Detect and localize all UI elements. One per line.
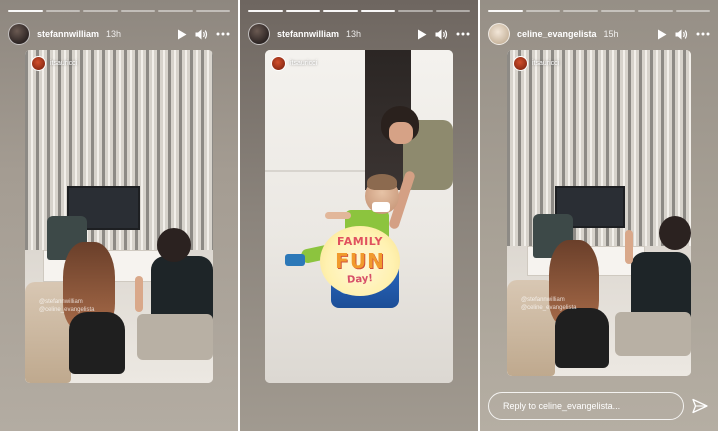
tagged-username: itsauricci	[290, 60, 318, 67]
story-photo: @stefannwilliam @celine_evangelista itsa…	[25, 50, 213, 383]
story-mentions: @stefannwilliam @celine_evangelista	[521, 296, 576, 312]
tagged-user[interactable]: itsauricci	[513, 56, 559, 71]
man-arm	[625, 230, 633, 264]
reply-input[interactable]: Reply to celine_evangelista...	[488, 392, 684, 420]
more-dots-icon[interactable]	[216, 32, 230, 36]
progress-segment	[248, 10, 283, 12]
stories-viewer: stefannwilliam 13h @stefannwilliam @celi…	[0, 0, 720, 431]
story-progress-bar	[248, 10, 470, 12]
progress-segment	[398, 10, 433, 12]
man-legs	[137, 314, 213, 360]
man-legs	[615, 312, 691, 356]
sticker-line-2: FUN	[335, 249, 385, 273]
story-progress-bar	[8, 10, 230, 12]
mention[interactable]: @celine_evangelista	[521, 304, 576, 312]
kid-shoe	[285, 254, 305, 266]
progress-segment	[675, 10, 710, 12]
tagged-avatar	[513, 56, 528, 71]
more-dots-icon[interactable]	[456, 32, 470, 36]
story-panel-3[interactable]: celine_evangelista 15h @stefannwilliam @…	[480, 0, 718, 431]
tagged-avatar	[31, 56, 46, 71]
adult-face	[389, 122, 413, 144]
progress-segment	[83, 10, 118, 12]
username[interactable]: celine_evangelista	[517, 29, 597, 39]
progress-segment	[638, 10, 673, 12]
story-mentions: @stefannwilliam @celine_evangelista	[39, 298, 94, 314]
tagged-user[interactable]: itsauricci	[271, 56, 317, 71]
tagged-username: itsauricci	[50, 60, 78, 67]
progress-segment	[323, 10, 358, 12]
progress-segment	[158, 10, 193, 12]
story-panel-1[interactable]: stefannwilliam 13h @stefannwilliam @celi…	[0, 0, 238, 431]
play-icon[interactable]	[657, 29, 667, 40]
progress-segment	[525, 10, 560, 12]
progress-segment	[195, 10, 230, 12]
story-age: 13h	[346, 29, 362, 39]
mention[interactable]: @celine_evangelista	[39, 306, 94, 314]
progress-segment	[360, 10, 395, 12]
man-head	[659, 216, 691, 250]
play-icon[interactable]	[177, 29, 187, 40]
story-panel-2[interactable]: stefannwilliam 13h itsauricci FAMILY FUN…	[240, 0, 478, 431]
man-head	[157, 228, 191, 262]
tagged-username: itsauricci	[532, 60, 560, 67]
story-photo: itsauricci	[265, 50, 453, 383]
face-mask	[372, 202, 390, 212]
mention[interactable]: @stefannwilliam	[521, 296, 576, 304]
more-dots-icon[interactable]	[696, 32, 710, 36]
tagged-avatar	[271, 56, 286, 71]
play-icon[interactable]	[417, 29, 427, 40]
progress-segment	[120, 10, 155, 12]
username[interactable]: stefannwilliam	[277, 29, 339, 39]
story-header: stefannwilliam 13h	[248, 22, 470, 46]
progress-segment	[285, 10, 320, 12]
username[interactable]: stefannwilliam	[37, 29, 99, 39]
progress-segment	[45, 10, 80, 12]
progress-segment	[435, 10, 470, 12]
speaker-icon[interactable]	[195, 29, 208, 40]
kid-arm	[325, 212, 351, 219]
progress-segment	[563, 10, 598, 12]
sofa	[507, 280, 555, 376]
sticker-line-1: FAMILY	[336, 235, 384, 248]
avatar[interactable]	[488, 23, 510, 45]
progress-segment	[488, 10, 523, 12]
story-progress-bar	[488, 10, 710, 12]
progress-segment	[8, 10, 43, 12]
story-photo: @stefannwilliam @celine_evangelista itsa…	[507, 50, 691, 376]
reply-placeholder: Reply to celine_evangelista...	[503, 401, 621, 411]
story-age: 15h	[603, 29, 619, 39]
story-age: 13h	[106, 29, 122, 39]
avatar[interactable]	[8, 23, 30, 45]
woman-body	[69, 312, 125, 374]
kid-hair	[367, 174, 397, 190]
story-header: stefannwilliam 13h	[8, 22, 230, 46]
send-icon[interactable]	[692, 398, 708, 414]
tagged-user[interactable]: itsauricci	[31, 56, 77, 71]
woman-body	[555, 308, 609, 368]
family-fun-day-sticker: FAMILY FUN Day!	[320, 226, 400, 296]
speaker-icon[interactable]	[675, 29, 688, 40]
speaker-icon[interactable]	[435, 29, 448, 40]
mention[interactable]: @stefannwilliam	[39, 298, 94, 306]
story-header: celine_evangelista 15h	[488, 22, 710, 46]
man-arm	[135, 276, 143, 312]
progress-segment	[600, 10, 635, 12]
avatar[interactable]	[248, 23, 270, 45]
